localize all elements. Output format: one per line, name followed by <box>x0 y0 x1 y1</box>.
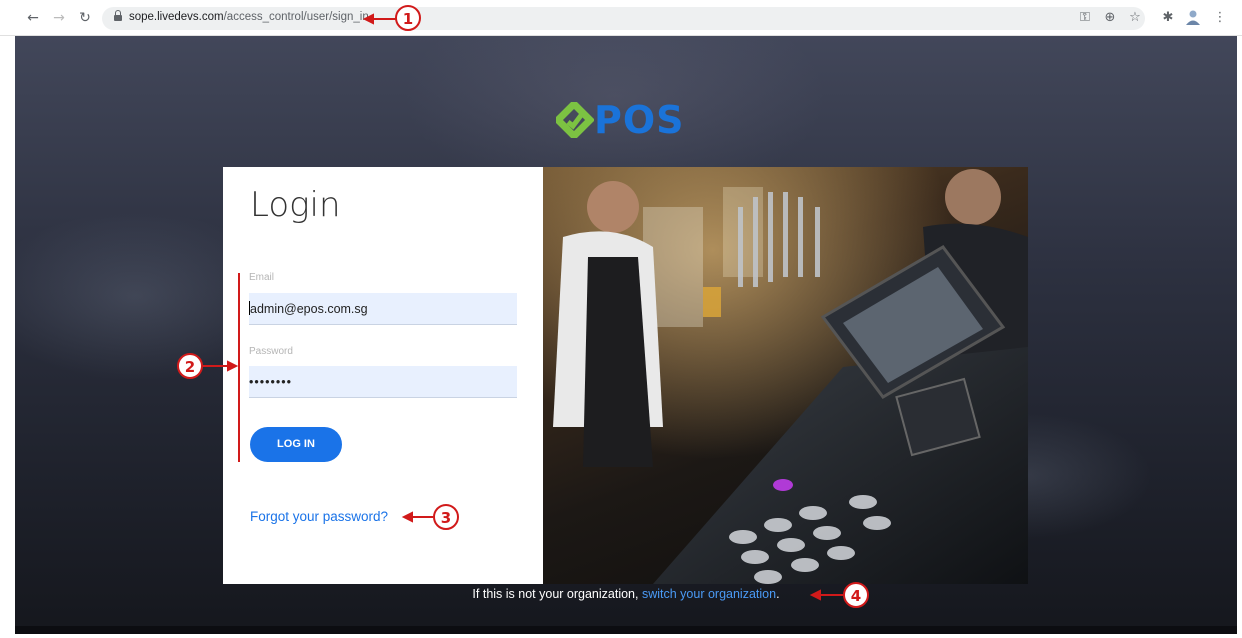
organization-footer: If this is not your organization, switch… <box>15 587 1237 601</box>
url-path: /access_control/user/sign_in <box>223 11 369 23</box>
star-icon[interactable]: ☆ <box>1127 9 1143 27</box>
login-card: Login Email admin@epos.com.sg Password •… <box>223 167 1028 584</box>
forward-icon[interactable]: → <box>50 9 68 27</box>
bar-scene-image <box>543 167 1028 584</box>
login-button[interactable]: LOG IN <box>250 427 342 462</box>
email-value: admin@epos.com.sg <box>250 302 368 316</box>
key-icon[interactable]: ⚿ <box>1077 9 1093 27</box>
url-text[interactable]: sope.livedevs.com/access_control/user/si… <box>129 11 369 23</box>
login-title: Login <box>250 185 341 225</box>
epos-logo: POS <box>556 100 696 140</box>
profile-icon[interactable] <box>1185 9 1201 27</box>
logo-text: POS <box>594 98 685 142</box>
address-bar[interactable]: sope.livedevs.com/access_control/user/si… <box>102 7 1145 30</box>
bar-photo <box>543 167 1028 584</box>
footer-period: . <box>776 587 780 601</box>
lock-icon[interactable] <box>114 10 122 22</box>
password-field[interactable]: •••••••• <box>249 366 517 398</box>
forgot-password-link[interactable]: Forgot your password? <box>250 509 388 524</box>
back-icon[interactable]: ← <box>24 9 42 27</box>
reload-icon[interactable]: ↻ <box>76 9 94 27</box>
url-domain: sope.livedevs.com <box>129 11 224 23</box>
browser-toolbar: ← → ↻ sope.livedevs.com/access_control/u… <box>0 0 1242 36</box>
zoom-icon[interactable]: ⊕ <box>1102 9 1118 27</box>
footer-text: If this is not your organization, <box>472 587 639 601</box>
password-label: Password <box>249 346 293 357</box>
page-background: POS Login Email admin@epos.com.sg Passwo… <box>15 36 1237 634</box>
switch-organization-link[interactable]: switch your organization <box>642 587 776 601</box>
extensions-icon[interactable]: ✱ <box>1160 9 1176 27</box>
email-label: Email <box>249 272 275 283</box>
login-panel: Login Email admin@epos.com.sg Password •… <box>223 167 543 584</box>
menu-icon[interactable]: ⋮ <box>1212 9 1228 27</box>
email-field[interactable]: admin@epos.com.sg <box>249 293 517 325</box>
password-value: •••••••• <box>249 375 293 389</box>
logo-mark-icon <box>556 102 594 138</box>
